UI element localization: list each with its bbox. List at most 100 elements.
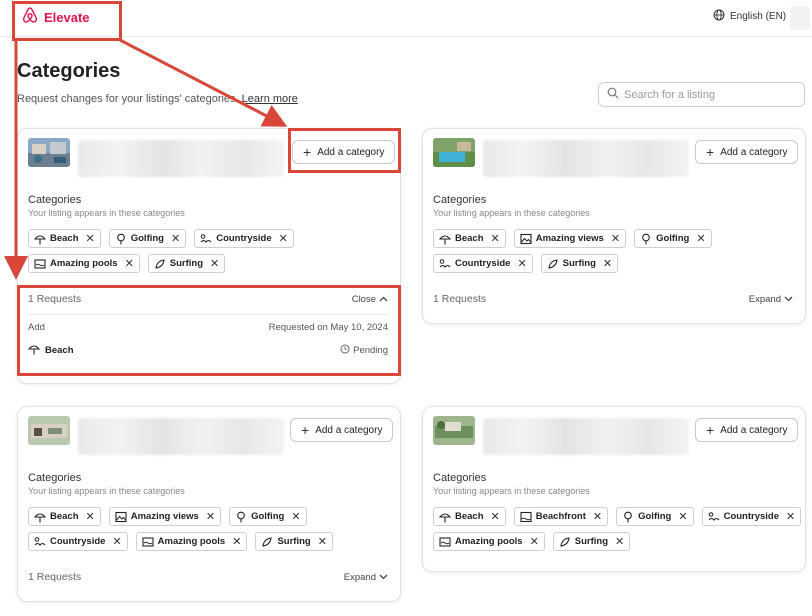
listing-card: + Add a category Categories Your listing… (17, 406, 401, 602)
add-category-label: Add a category (720, 424, 788, 436)
categories-subtitle: Your listing appears in these categories (28, 208, 185, 218)
listing-thumbnail[interactable] (28, 416, 70, 445)
category-chip: Golfing ✕ (634, 229, 712, 248)
view-icon (520, 233, 532, 245)
surfboard-icon (547, 258, 559, 270)
chevron-up-icon (379, 294, 388, 305)
category-chip: Beach ✕ (28, 229, 101, 248)
remove-category-icon[interactable]: ✕ (678, 510, 687, 523)
remove-category-icon[interactable]: ✕ (86, 510, 95, 523)
remove-category-icon[interactable]: ✕ (112, 535, 121, 548)
category-chip-label: Amazing pools (50, 258, 118, 269)
request-category-label: Beach (45, 345, 74, 356)
language-selector[interactable]: English (EN) (713, 9, 786, 24)
avatar[interactable] (790, 6, 810, 30)
add-category-button[interactable]: + Add a category (695, 418, 799, 442)
listing-thumbnail[interactable] (433, 416, 475, 445)
add-category-label: Add a category (315, 424, 383, 436)
category-chip-label: Beach (455, 233, 484, 244)
request-meta-row: Add Requested on May 10, 2024 (28, 322, 388, 333)
categories-title: Categories (433, 472, 487, 484)
remove-category-icon[interactable]: ✕ (615, 535, 624, 548)
surfboard-icon (261, 536, 273, 548)
clock-icon (340, 344, 350, 357)
remove-category-icon[interactable]: ✕ (611, 232, 620, 245)
language-label: English (EN) (730, 11, 787, 22)
category-chip-label: Surfing (169, 258, 204, 269)
close-requests-toggle[interactable]: Close (352, 294, 388, 305)
add-category-button[interactable]: + Add a category (292, 140, 396, 164)
subtitle-text: Request changes for your listings' categ… (17, 93, 239, 105)
category-chip-label: Amazing pools (157, 536, 226, 547)
plus-icon: + (301, 422, 310, 438)
airbnb-logo-icon (21, 6, 39, 29)
categories-subtitle: Your listing appears in these categories (28, 486, 185, 496)
remove-category-icon[interactable]: ✕ (786, 510, 795, 523)
brand-logo[interactable]: Elevate (21, 6, 90, 29)
top-bar: Elevate English (EN) (0, 0, 812, 37)
expand-requests-toggle[interactable]: Expand (749, 294, 793, 305)
category-chip-label: Golfing (638, 511, 672, 522)
category-chip: Beach ✕ (28, 507, 101, 526)
beachfront-icon (520, 511, 532, 523)
listing-card: + Add a category Categories Your listing… (17, 128, 401, 384)
listing-name-redacted (483, 418, 689, 455)
surfboard-icon (559, 536, 571, 548)
request-type: Add (28, 322, 45, 333)
pool-icon (34, 258, 46, 270)
request-category: Beach (27, 343, 74, 358)
category-chips: Beach ✕ Amazing views ✕ Golfing ✕ Countryside ✕… (433, 229, 803, 273)
remove-category-icon[interactable]: ✕ (171, 232, 180, 245)
category-chip-label: Amazing views (130, 511, 199, 522)
remove-category-icon[interactable]: ✕ (210, 257, 219, 270)
remove-category-icon[interactable]: ✕ (318, 535, 327, 548)
globe-icon (713, 9, 725, 24)
category-chip-label: Beach (50, 233, 79, 244)
add-category-button[interactable]: + Add a category (695, 140, 799, 164)
category-chip: Countryside ✕ (28, 532, 128, 551)
remove-category-icon[interactable]: ✕ (593, 510, 602, 523)
view-icon (115, 511, 127, 523)
category-chip: Beach ✕ (433, 507, 506, 526)
add-category-button[interactable]: + Add a category (290, 418, 394, 442)
remove-category-icon[interactable]: ✕ (603, 257, 612, 270)
requests-header: 1 Requests Close (28, 293, 388, 305)
learn-more-link[interactable]: Learn more (242, 93, 298, 105)
expand-requests-toggle[interactable]: Expand (344, 572, 388, 583)
category-chip: Surfing ✕ (540, 254, 619, 273)
remove-category-icon[interactable]: ✕ (517, 257, 526, 270)
categories-title: Categories (28, 194, 82, 206)
remove-category-icon[interactable]: ✕ (491, 510, 500, 523)
remove-category-icon[interactable]: ✕ (232, 535, 241, 548)
search-icon (607, 86, 619, 104)
golf-icon (640, 233, 652, 245)
category-chips: Beach ✕ Beachfront ✕ Golfing ✕ Countryside ✕ Ama… (433, 507, 803, 551)
category-chip-label: Countryside (723, 511, 780, 522)
surfboard-icon (154, 258, 166, 270)
remove-category-icon[interactable]: ✕ (491, 232, 500, 245)
search-input[interactable] (624, 88, 794, 101)
remove-category-icon[interactable]: ✕ (291, 510, 300, 523)
listing-card: + Add a category Categories Your listing… (422, 406, 806, 572)
requests-count: 1 Requests (433, 293, 487, 305)
category-chip-label: Amazing pools (455, 536, 523, 547)
remove-category-icon[interactable]: ✕ (530, 535, 539, 548)
remove-category-icon[interactable]: ✕ (125, 257, 134, 270)
remove-category-icon[interactable]: ✕ (696, 232, 705, 245)
category-chips: Beach ✕ Amazing views ✕ Golfing ✕ Countryside ✕… (28, 507, 398, 551)
page-title: Categories (17, 60, 121, 82)
listing-thumbnail[interactable] (433, 138, 475, 167)
listing-name-redacted (78, 418, 284, 455)
golf-icon (235, 511, 247, 523)
remove-category-icon[interactable]: ✕ (206, 510, 215, 523)
remove-category-icon[interactable]: ✕ (279, 232, 288, 245)
category-chip: Surfing ✕ (255, 532, 333, 551)
chevron-down-icon (784, 294, 793, 305)
category-chip: Beach ✕ (433, 229, 506, 248)
remove-category-icon[interactable]: ✕ (86, 232, 95, 245)
listing-name-redacted (483, 140, 689, 177)
listing-thumbnail[interactable] (28, 138, 70, 167)
categories-subtitle: Your listing appears in these categories (433, 486, 590, 496)
requests-header: 1 Requests Expand (28, 571, 388, 583)
search-field[interactable] (598, 82, 805, 107)
